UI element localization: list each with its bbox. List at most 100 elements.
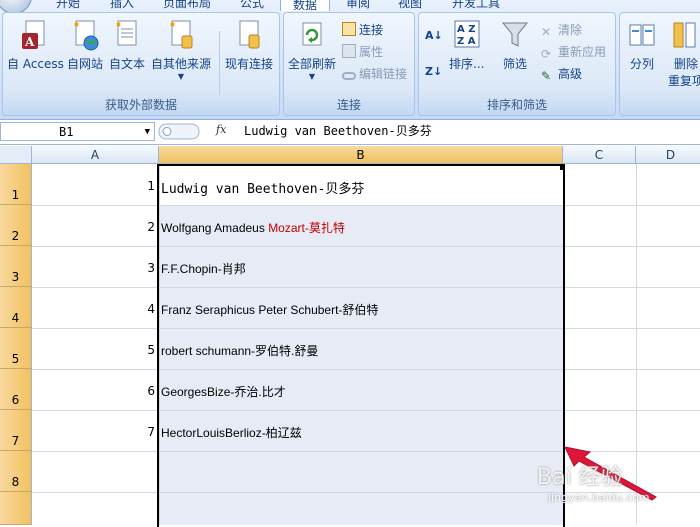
watermark-logo: Bai 经验 [537, 465, 623, 490]
advanced-label: 高级 [558, 67, 583, 81]
properties-button[interactable]: 属性 [342, 43, 383, 61]
sort-label: 排序... [449, 57, 485, 71]
gridline [636, 164, 637, 525]
chevron-down-icon: ▼ [177, 72, 185, 81]
sort-dialog-icon: A Z Z A [454, 20, 480, 48]
tab-review[interactable]: 审阅 [346, 0, 370, 11]
fill-handle[interactable] [560, 165, 565, 170]
filter-label: 筛选 [502, 57, 527, 71]
formula-bar: B1 ▼ fx Ludwig van Beethoven-贝多芬 [0, 120, 700, 145]
clear-filter-button[interactable]: ✕ 清除 [541, 21, 582, 39]
reapply-button[interactable]: ⟳ 重新应用 [541, 43, 606, 61]
tab-data[interactable]: 数据 [280, 0, 331, 12]
funnel-icon [501, 22, 529, 47]
connections-button[interactable]: 连接 [342, 21, 383, 39]
reapply-label: 重新应用 [558, 45, 607, 59]
select-all-button[interactable] [0, 146, 32, 164]
remove-duplicates-button[interactable]: 删除 重复项 [668, 19, 700, 89]
split-columns-icon [629, 24, 655, 46]
sort-button[interactable]: A Z Z A 排序... [449, 19, 484, 72]
cell-a1[interactable]: 1 [33, 179, 155, 193]
from-access-label: 自 Access [7, 57, 64, 71]
cell-a7[interactable]: 7 [33, 425, 155, 439]
fx-area: fx [158, 122, 232, 141]
sort-descending-button[interactable]: Z↓ [425, 63, 442, 81]
cell-a3[interactable]: 3 [33, 261, 155, 275]
connections-label: 连接 [359, 23, 384, 37]
cell-a4[interactable]: 4 [33, 302, 155, 316]
formula-input[interactable]: Ludwig van Beethoven-贝多芬 [236, 122, 696, 141]
advanced-filter-button[interactable]: ✎ 高级 [541, 65, 582, 83]
reapply-icon: ⟳ [541, 47, 552, 61]
tab-formulas[interactable]: 公式 [240, 0, 264, 11]
chevron-down-icon: ▼ [308, 72, 316, 81]
row-header-3[interactable]: 3 [0, 246, 32, 287]
name-box-value: B1 [59, 125, 74, 139]
tab-page-layout[interactable]: 页面布局 [163, 0, 211, 11]
column-header-a[interactable]: A [32, 146, 159, 164]
clear-filter-icon: ✕ [541, 25, 552, 39]
row-header-8[interactable]: 8 [0, 451, 32, 492]
text-to-columns-button[interactable]: 分列 [628, 19, 656, 72]
from-other-sources-button[interactable]: 自其他来源 ▼ [151, 19, 211, 81]
chevron-down-icon[interactable]: ▼ [145, 123, 150, 142]
svg-text:A Z: A Z [457, 24, 475, 35]
row-header-4[interactable]: 4 [0, 287, 32, 328]
row-header-2[interactable]: 2 [0, 205, 32, 246]
cell-a2[interactable]: 2 [33, 220, 155, 234]
tab-insert[interactable]: 插入 [110, 0, 134, 11]
tab-view[interactable]: 视图 [398, 0, 422, 11]
column-header-c[interactable]: C [563, 146, 636, 164]
advanced-filter-icon: ✎ [541, 69, 552, 83]
row-header-9[interactable] [0, 492, 32, 525]
from-web-button[interactable]: 自网站 [67, 19, 103, 72]
name-box[interactable]: B1 ▼ [0, 122, 155, 141]
group-title-connections: 连接 [336, 98, 361, 112]
existing-connections-icon [239, 20, 260, 49]
remove-label-line2: 重复项 [668, 74, 700, 88]
column-header-d[interactable]: D [636, 146, 700, 164]
text-file-icon [116, 20, 137, 46]
row-header-6[interactable]: 6 [0, 369, 32, 410]
row-header-7[interactable]: 7 [0, 410, 32, 451]
insert-function-button[interactable]: fx [216, 123, 226, 136]
chain-link-icon [342, 72, 356, 80]
filter-button[interactable]: 筛选 [501, 19, 529, 72]
tab-home[interactable]: 开始 [56, 0, 80, 11]
group-connections: 全部刷新 ▼ 连接 属性 编辑链接 连接 [283, 12, 415, 116]
group-data-tools: 分列 删除 重复项 [619, 12, 700, 116]
edit-links-button[interactable]: 编辑链接 [342, 65, 407, 83]
group-title-external: 获取外部数据 [104, 98, 177, 112]
from-access-button[interactable]: A 自 Access [7, 19, 64, 72]
remove-label: 删除 [674, 57, 699, 71]
from-web-label: 自网站 [67, 57, 104, 71]
group-get-external-data: A 自 Access 自网站 自文本 自其他来源 ▼ 现有连接 获取外部数据 [2, 12, 280, 116]
cell-a6[interactable]: 6 [33, 384, 155, 398]
clear-label: 清除 [558, 23, 583, 37]
ribbon: 开始 插入 页面布局 公式 数据 审阅 视图 开发工具 A 自 Access 自… [0, 0, 700, 120]
separator [219, 31, 220, 95]
properties-icon [342, 44, 356, 58]
access-icon: A [22, 20, 45, 49]
existing-connections-button[interactable]: 现有连接 [225, 19, 273, 72]
edit-links-label: 编辑链接 [359, 67, 408, 81]
selection-border [157, 164, 565, 527]
refresh-all-button[interactable]: 全部刷新 ▼ [288, 19, 336, 81]
from-text-button[interactable]: 自文本 [109, 19, 145, 72]
sort-ascending-button[interactable]: A↓ [425, 27, 443, 45]
watermark-url: jingyan.baidu.com [548, 491, 650, 504]
tab-developer[interactable]: 开发工具 [452, 0, 500, 11]
from-text-label: 自文本 [109, 57, 146, 71]
cell-a5[interactable]: 5 [33, 343, 155, 357]
row-header-1[interactable]: 1 [0, 164, 32, 205]
ribbon-tabs: 开始 插入 页面布局 公式 数据 审阅 视图 开发工具 [0, 0, 700, 14]
from-other-sources-label: 自其他来源 [151, 57, 212, 71]
svg-text:Z A: Z A [457, 36, 476, 47]
existing-connections-label: 现有连接 [225, 57, 274, 71]
row-header-5[interactable]: 5 [0, 328, 32, 369]
remove-duplicates-icon [673, 22, 696, 48]
web-icon [74, 20, 99, 51]
group-sort-filter: A↓ Z↓ A Z Z A 排序... 筛选 ✕ 清除 ⟳ 重新应用 ✎ 高级 [418, 12, 616, 116]
column-header-b[interactable]: B [159, 146, 563, 164]
svg-text:A: A [24, 35, 35, 49]
